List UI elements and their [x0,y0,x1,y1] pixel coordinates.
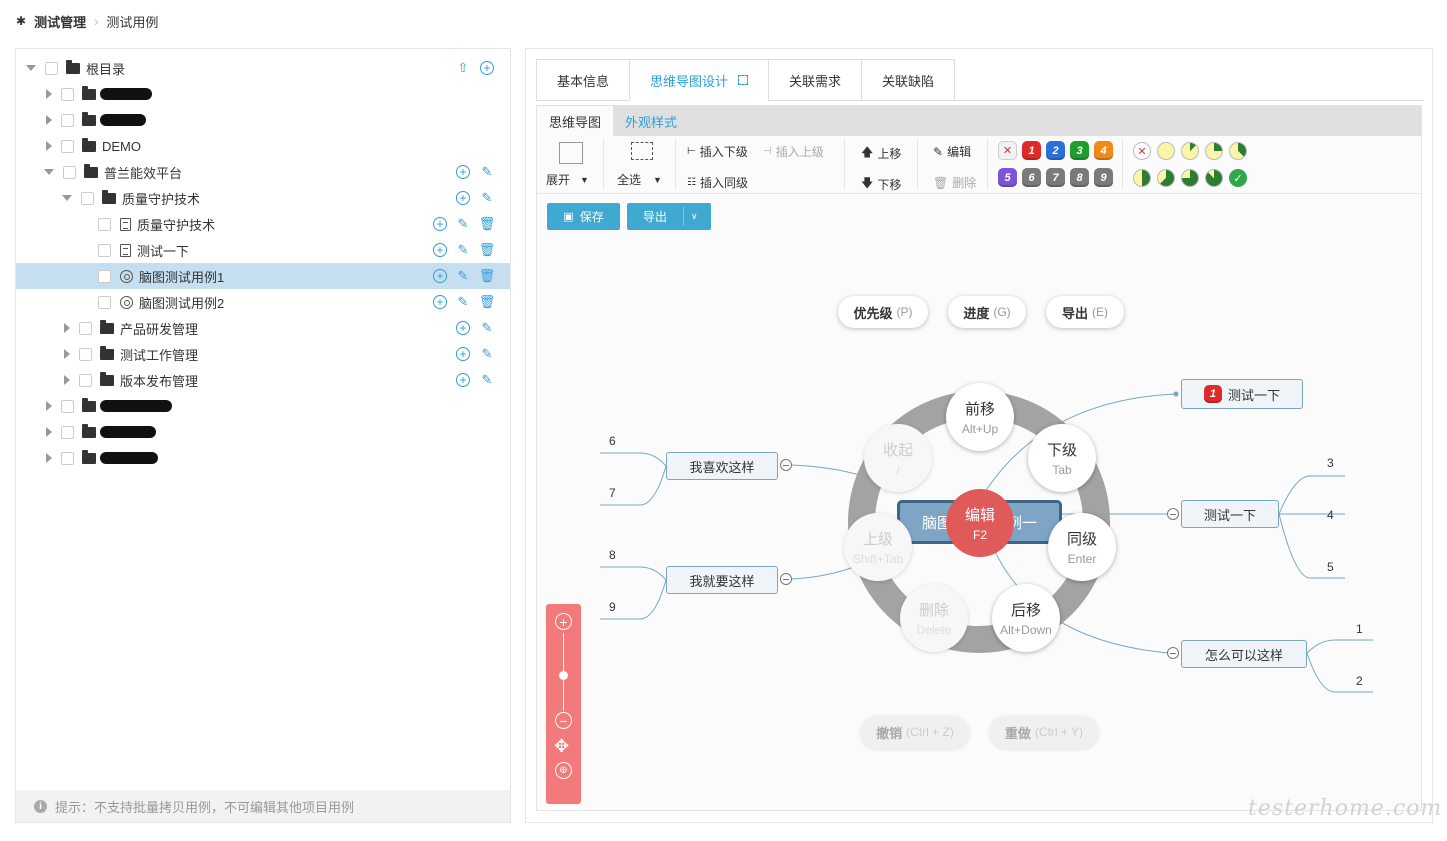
connector [600,452,667,467]
menu-key: Enter [1067,552,1097,566]
menu-key: Alt+Down [1000,623,1052,637]
menu-key: F2 [972,528,987,542]
connector [1306,652,1373,693]
menu-key: Delete [916,623,952,637]
pill-label: 优先级 [853,305,893,321]
zoom-control: + − ✥ ⊕ [546,604,581,804]
collapse-toggle-icon[interactable] [1167,508,1179,520]
connector [1306,639,1373,654]
zoom-out-icon[interactable]: − [555,712,572,729]
connector [1278,513,1345,579]
node-label: 测试一下 [1227,387,1280,403]
connector [1278,475,1345,515]
pill-key: (Ctrl + Y) [1034,725,1084,739]
mind-leaf[interactable]: 5 [1327,560,1334,574]
pill-key: (P) [896,305,913,319]
node-label: 我就要这样 [689,573,755,589]
menu-key: Alt+Up [961,422,999,436]
mind-leaf[interactable]: 9 [609,600,616,614]
mind-leaf[interactable]: 7 [609,486,616,500]
menu-edit-button[interactable]: 编辑 F2 [946,489,1014,557]
menu-add-sibling-button[interactable]: 同级 Enter [1048,513,1116,581]
pill-key: (Ctrl + Z) [906,725,954,739]
menu-add-parent-button[interactable]: 上级 Shift+Tab [844,513,912,581]
zoom-slider-handle[interactable] [559,671,568,680]
collapse-toggle-icon[interactable] [1167,647,1179,659]
priority-badge: 1 [1203,385,1222,403]
menu-move-prev-button[interactable]: 前移 Alt+Up [946,383,1014,451]
progress-hotkey-button[interactable]: 进度 (G) [948,296,1026,328]
mindmap-connectors [600,391,1373,693]
menu-label: 后移 [1010,602,1041,619]
menu-key: Shift+Tab [852,552,904,566]
menu-move-next-button[interactable]: 后移 Alt+Down [992,584,1060,652]
mind-leaf[interactable]: 6 [609,434,616,448]
mind-node-how[interactable]: 怎么可以这样 [1181,640,1307,668]
node-label: 我喜欢这样 [689,459,755,475]
mind-leaf[interactable]: 2 [1356,674,1363,688]
collapse-toggle-icon[interactable] [780,573,792,585]
menu-label: 收起 [882,442,913,459]
mind-node-test-mid[interactable]: 测试一下 [1181,500,1279,528]
mind-leaf[interactable]: 3 [1327,456,1334,470]
mind-node-want[interactable]: 我就要这样 [666,566,778,594]
locate-center-icon[interactable]: ⊕ [555,762,572,779]
mind-node-like[interactable]: 我喜欢这样 [666,452,778,480]
menu-add-child-button[interactable]: 下级 Tab [1028,424,1096,492]
node-label: 测试一下 [1203,507,1256,523]
menu-label: 下级 [1046,442,1077,459]
pill-key: (G) [993,305,1011,319]
watermark: testerhome.com [1248,796,1443,821]
mind-leaf[interactable]: 4 [1327,508,1334,522]
undo-hotkey-button[interactable]: 撤销 (Ctrl + Z) [861,716,969,748]
collapse-toggle-icon[interactable] [780,459,792,471]
mind-leaf[interactable]: 8 [609,548,616,562]
connector-dot [1173,391,1179,397]
move-canvas-icon[interactable]: ✥ [554,736,569,757]
menu-key: / [896,463,900,477]
mind-leaf[interactable]: 1 [1356,622,1363,636]
menu-label: 上级 [862,531,893,548]
priority-hotkey-button[interactable]: 优先级 (P) [838,296,928,328]
pill-label: 进度 [963,305,990,321]
connector [600,566,667,581]
node-label: 怎么可以这样 [1204,647,1283,663]
pill-key: (E) [1092,305,1108,319]
menu-label: 编辑 [964,507,995,524]
menu-label: 前移 [964,401,995,418]
menu-label: 同级 [1066,531,1097,548]
menu-collapse-button[interactable]: 收起 / [864,424,932,492]
export-hotkey-button[interactable]: 导出 (E) [1046,296,1124,328]
menu-label: 删除 [918,602,949,619]
pill-label: 重做 [1004,725,1031,741]
pill-label: 撤销 [876,725,903,741]
pill-label: 导出 [1061,305,1088,321]
zoom-in-icon[interactable]: + [555,613,572,630]
menu-delete-button[interactable]: 删除 Delete [900,584,968,652]
mind-node-test-top[interactable]: 1 测试一下 [1181,379,1303,409]
menu-key: Tab [1052,463,1072,477]
redo-hotkey-button[interactable]: 重做 (Ctrl + Y) [990,716,1098,748]
